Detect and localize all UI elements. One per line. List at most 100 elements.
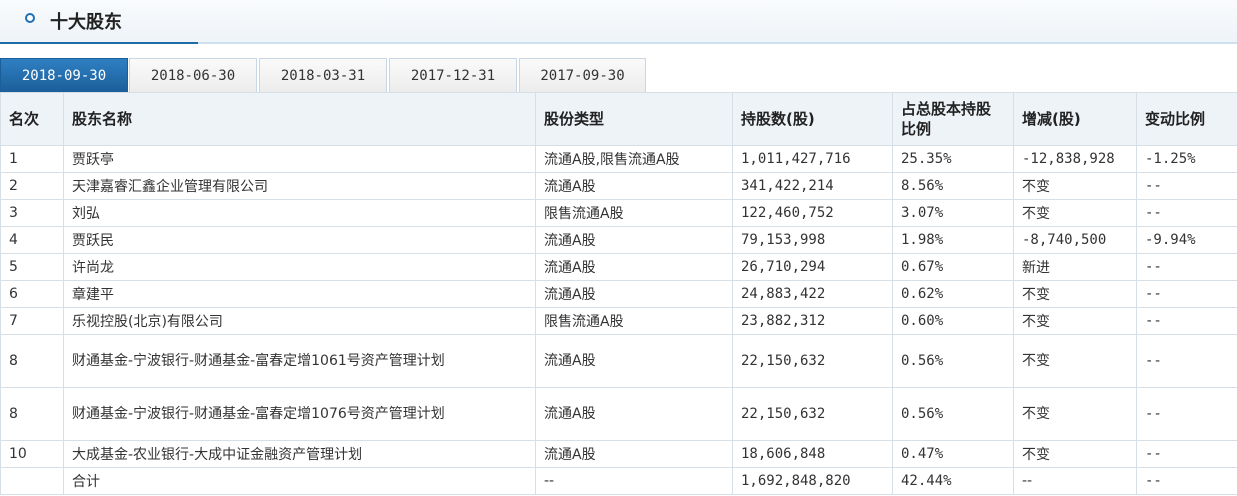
cell-pct-of-total: 0.67%	[892, 253, 1014, 281]
cell-change-ratio: --	[1136, 280, 1237, 308]
tab-2018-09-30[interactable]: 2018-09-30	[0, 58, 128, 92]
cell-rank	[0, 467, 64, 495]
cell-holder-name: 贾跃民	[63, 226, 536, 254]
tab-2018-03-31[interactable]: 2018-03-31	[259, 58, 387, 92]
cell-change-ratio: --	[1136, 440, 1237, 468]
cell-rank: 1	[0, 145, 64, 173]
cell-shares-held: 22,150,632	[732, 387, 893, 441]
cell-holder-name: 许尚龙	[63, 253, 536, 281]
cell-change: --	[1013, 467, 1137, 495]
col-header-shares-held: 持股数(股)	[732, 92, 893, 146]
header-divider-accent	[0, 42, 198, 44]
cell-share-type: 流通A股	[535, 226, 733, 254]
cell-holder-name: 天津嘉睿汇鑫企业管理有限公司	[63, 172, 536, 200]
table-row: 5 许尚龙 流通A股 26,710,294 0.67% 新进 --	[0, 253, 1237, 281]
cell-shares-held: 23,882,312	[732, 307, 893, 335]
cell-share-type: 流通A股	[535, 172, 733, 200]
section-header: 十大股东	[0, 0, 1237, 44]
cell-share-type: 流通A股	[535, 280, 733, 308]
cell-shares-held: 22,150,632	[732, 334, 893, 388]
circle-bullet-icon	[25, 13, 35, 23]
table-row: 7 乐视控股(北京)有限公司 限售流通A股 23,882,312 0.60% 不变 --	[0, 307, 1237, 335]
cell-change: 不变	[1013, 307, 1137, 335]
table-row: 8 财通基金-宁波银行-财通基金-富春定增1061号资产管理计划 流通A股 22,15…	[0, 334, 1237, 388]
cell-holder-name: 财通基金-宁波银行-财通基金-富春定增1076号资产管理计划	[63, 387, 536, 441]
cell-pct-of-total: 0.56%	[892, 387, 1014, 441]
cell-share-type: 限售流通A股	[535, 199, 733, 227]
cell-change-ratio: --	[1136, 467, 1237, 495]
table-row: 合计 -- 1,692,848,820 42.44% -- --	[0, 467, 1237, 495]
cell-change: 新进	[1013, 253, 1137, 281]
table-row: 8 财通基金-宁波银行-财通基金-富春定增1076号资产管理计划 流通A股 22,15…	[0, 387, 1237, 441]
cell-change: 不变	[1013, 280, 1137, 308]
col-header-pct-of-total: 占总股本持股比例	[892, 92, 1014, 146]
table-row: 3 刘弘 限售流通A股 122,460,752 3.07% 不变 --	[0, 199, 1237, 227]
cell-holder-name: 大成基金-农业银行-大成中证金融资产管理计划	[63, 440, 536, 468]
cell-change: -12,838,928	[1013, 145, 1137, 173]
cell-shares-held: 26,710,294	[732, 253, 893, 281]
cell-change-ratio: -9.94%	[1136, 226, 1237, 254]
cell-change: 不变	[1013, 440, 1137, 468]
cell-holder-name: 章建平	[63, 280, 536, 308]
cell-rank: 3	[0, 199, 64, 227]
tab-2017-12-31[interactable]: 2017-12-31	[389, 58, 517, 92]
cell-change-ratio: --	[1136, 307, 1237, 335]
cell-pct-of-total: 0.47%	[892, 440, 1014, 468]
cell-share-type: 流通A股	[535, 253, 733, 281]
cell-pct-of-total: 8.56%	[892, 172, 1014, 200]
cell-shares-held: 1,011,427,716	[732, 145, 893, 173]
col-header-share-type: 股份类型	[535, 92, 733, 146]
date-tabs: 2018-09-30 2018-06-30 2018-03-31 2017-12…	[0, 58, 1237, 93]
cell-share-type: --	[535, 467, 733, 495]
cell-shares-held: 18,606,848	[732, 440, 893, 468]
cell-rank: 2	[0, 172, 64, 200]
table-row: 4 贾跃民 流通A股 79,153,998 1.98% -8,740,500 -9.94%	[0, 226, 1237, 254]
cell-rank: 8	[0, 334, 64, 388]
cell-shares-held: 122,460,752	[732, 199, 893, 227]
cell-share-type: 限售流通A股	[535, 307, 733, 335]
cell-pct-of-total: 0.62%	[892, 280, 1014, 308]
table-header-row: 名次 股东名称 股份类型 持股数(股) 占总股本持股比例 增减(股) 变动比例	[0, 92, 1237, 146]
cell-pct-of-total: 1.98%	[892, 226, 1014, 254]
cell-change: 不变	[1013, 387, 1137, 441]
table-row: 6 章建平 流通A股 24,883,422 0.62% 不变 --	[0, 280, 1237, 308]
cell-shares-held: 341,422,214	[732, 172, 893, 200]
table-row: 10 大成基金-农业银行-大成中证金融资产管理计划 流通A股 18,606,848 0.…	[0, 440, 1237, 468]
col-header-change-ratio: 变动比例	[1136, 92, 1237, 146]
cell-shares-held: 1,692,848,820	[732, 467, 893, 495]
cell-pct-of-total: 25.35%	[892, 145, 1014, 173]
cell-holder-name: 刘弘	[63, 199, 536, 227]
cell-shares-held: 79,153,998	[732, 226, 893, 254]
cell-pct-of-total: 42.44%	[892, 467, 1014, 495]
col-header-rank: 名次	[0, 92, 64, 146]
cell-pct-of-total: 0.60%	[892, 307, 1014, 335]
cell-pct-of-total: 0.56%	[892, 334, 1014, 388]
cell-holder-name: 财通基金-宁波银行-财通基金-富春定增1061号资产管理计划	[63, 334, 536, 388]
cell-pct-of-total: 3.07%	[892, 199, 1014, 227]
cell-share-type: 流通A股	[535, 334, 733, 388]
cell-change-ratio: --	[1136, 334, 1237, 388]
cell-rank: 8	[0, 387, 64, 441]
cell-rank: 10	[0, 440, 64, 468]
cell-rank: 5	[0, 253, 64, 281]
cell-change: 不变	[1013, 172, 1137, 200]
cell-change-ratio: --	[1136, 253, 1237, 281]
col-header-holder-name: 股东名称	[63, 92, 536, 146]
tab-2018-06-30[interactable]: 2018-06-30	[129, 58, 257, 92]
cell-holder-name: 合计	[63, 467, 536, 495]
cell-change: 不变	[1013, 199, 1137, 227]
cell-change-ratio: -1.25%	[1136, 145, 1237, 173]
table-row: 1 贾跃亭 流通A股,限售流通A股 1,011,427,716 25.35% -12,83…	[0, 145, 1237, 173]
cell-share-type: 流通A股	[535, 440, 733, 468]
cell-rank: 7	[0, 307, 64, 335]
tab-2017-09-30[interactable]: 2017-09-30	[519, 58, 646, 92]
cell-shares-held: 24,883,422	[732, 280, 893, 308]
cell-change: 不变	[1013, 334, 1137, 388]
col-header-change: 增减(股)	[1013, 92, 1137, 146]
table-row: 2 天津嘉睿汇鑫企业管理有限公司 流通A股 341,422,214 8.56% 不变 --	[0, 172, 1237, 200]
cell-share-type: 流通A股,限售流通A股	[535, 145, 733, 173]
cell-rank: 6	[0, 280, 64, 308]
cell-change-ratio: --	[1136, 199, 1237, 227]
cell-change-ratio: --	[1136, 387, 1237, 441]
cell-change-ratio: --	[1136, 172, 1237, 200]
